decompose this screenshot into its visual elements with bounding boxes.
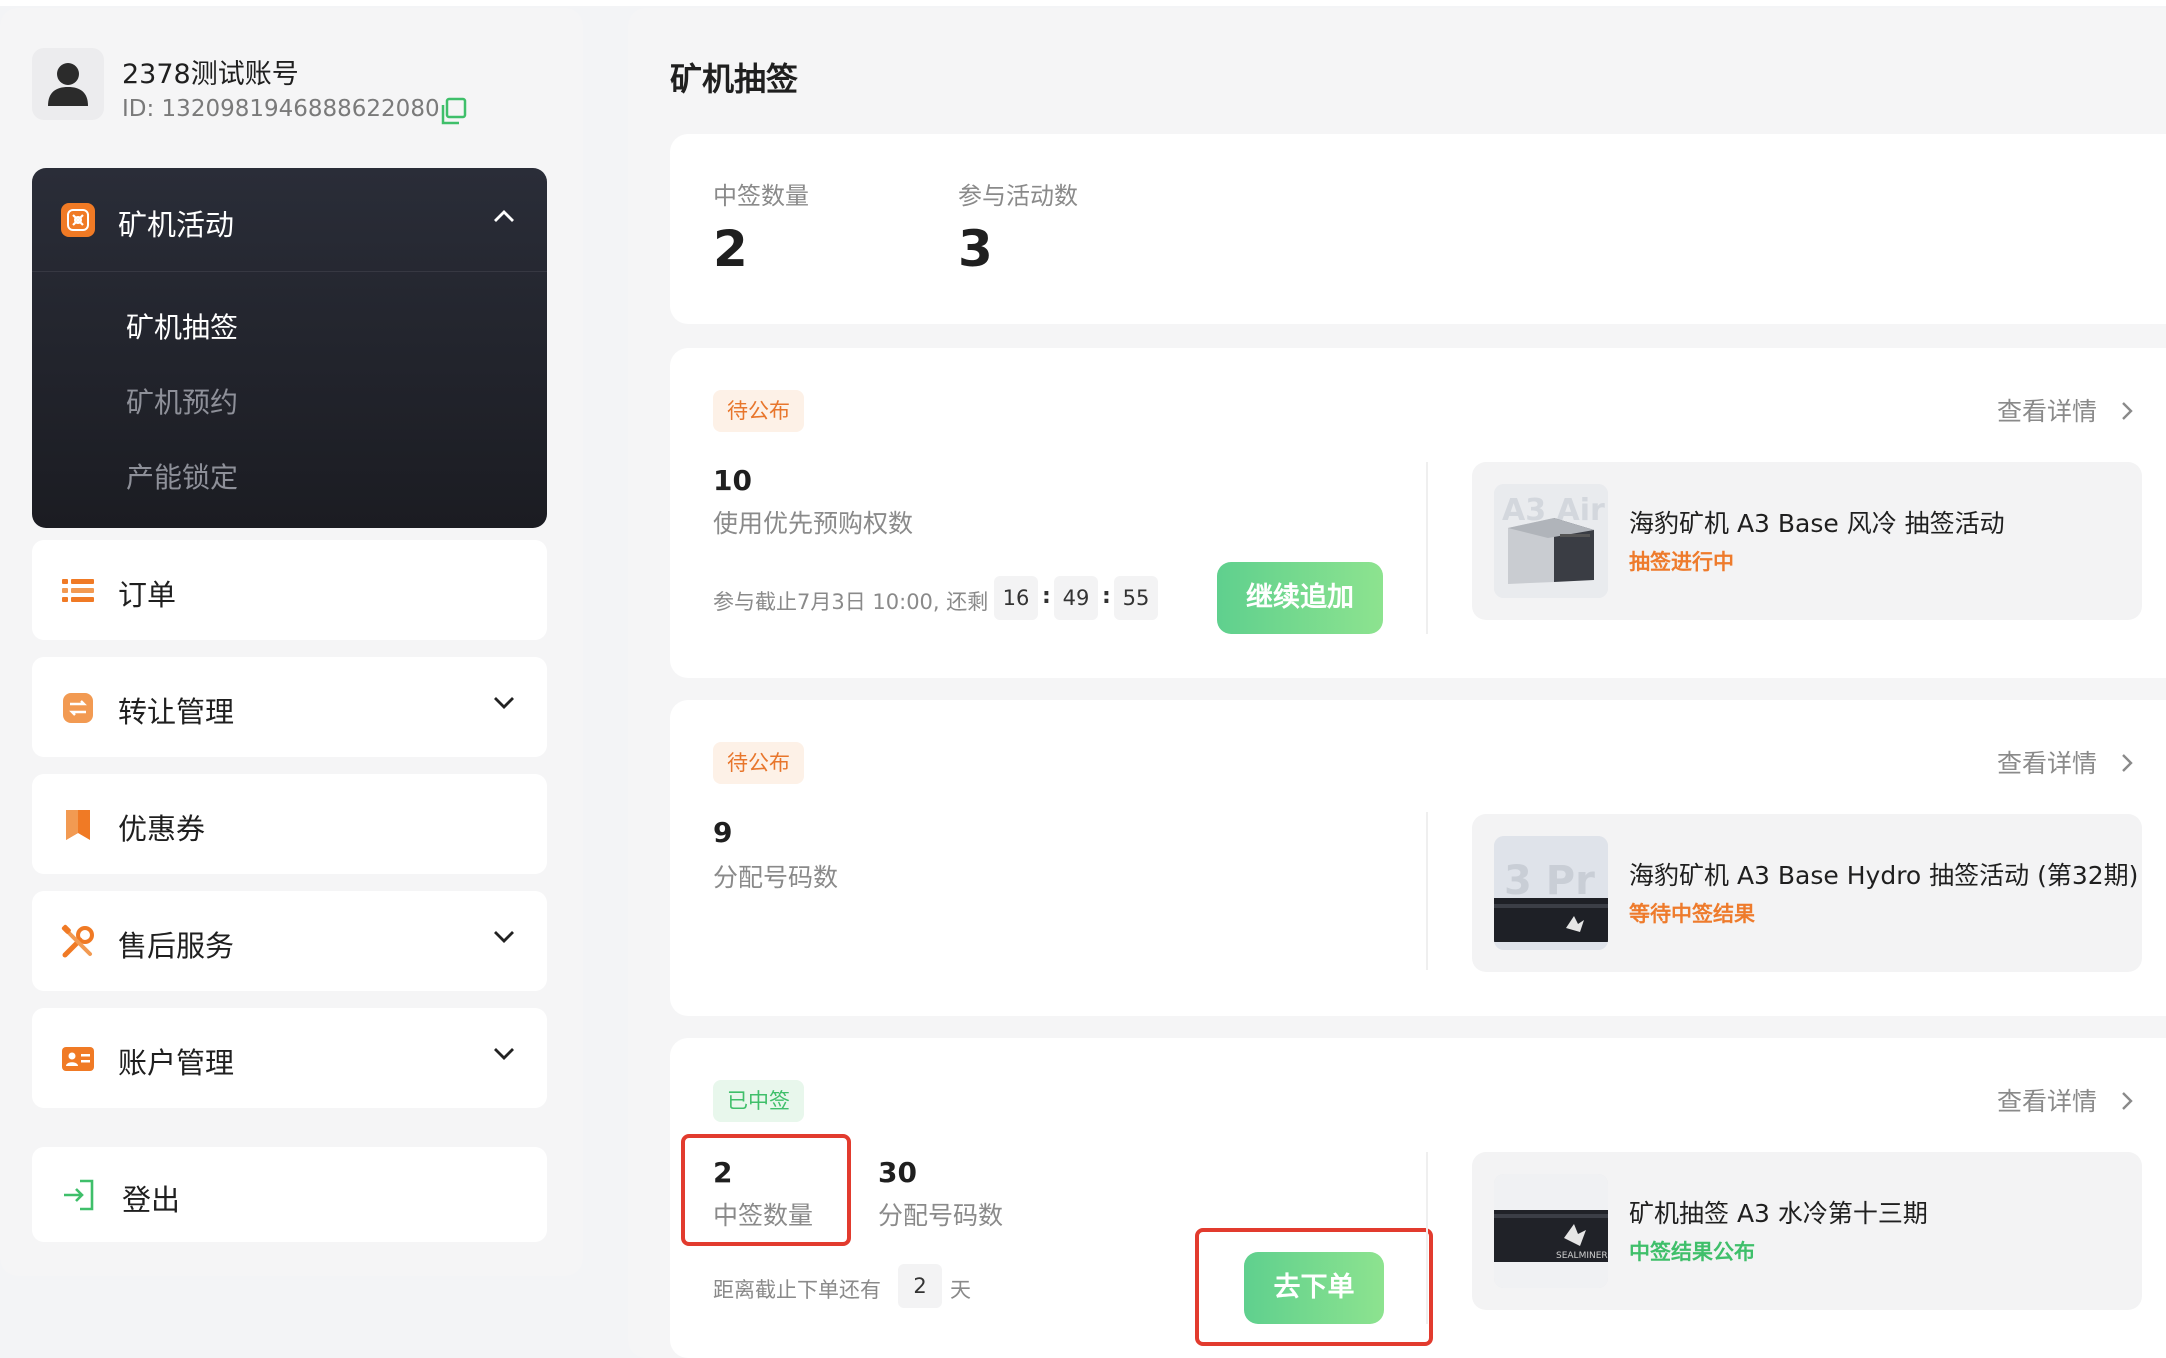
product-status: 抽签进行中 [1629,550,1734,574]
sidebar-item-account[interactable]: 账户管理 [32,1008,547,1108]
sidebar-item-label: 转让管理 [118,695,235,729]
lottery-card: 已中签 查看详情 2 中签数量 30 分配号码数 距离截止下单还有 2 天 去下… [670,1038,2166,1358]
submenu-item-capacity-lock[interactable]: 产能锁定 [126,456,238,496]
user-icon [48,63,88,106]
top-border [0,0,2166,6]
sidebar-item-label: 订单 [118,578,177,612]
product-image: A3 Air [1494,484,1608,598]
joined-count-label: 参与活动数 [958,182,1078,210]
product-card[interactable]: SEALMINER 矿机抽签 A3 水冷第十三期 中签结果公布 [1472,1152,2142,1310]
product-image-text: SEALMINER [1556,1251,1608,1261]
product-card[interactable]: A3 Air 海豹矿机 A3 Base 风冷 抽签活动 抽签进行中 [1472,462,2142,620]
countdown-separator: : [1102,584,1111,609]
order-deadline-text: 距离截止下单还有 [713,1278,881,1302]
product-image: 3 Pr [1494,836,1608,950]
miner-activity-icon [61,203,95,237]
product-status: 中签结果公布 [1629,1240,1755,1264]
tools-icon [61,924,94,958]
divider [1426,462,1428,634]
account-name: 2378测试账号 [122,59,299,90]
product-status: 等待中签结果 [1629,902,1755,926]
menu-group-header[interactable]: 矿机活动 [32,168,547,272]
won-count-label: 中签数量 [713,182,809,210]
deadline-unit: 天 [950,1278,971,1302]
product-card[interactable]: 3 Pr 海豹矿机 A3 Base Hydro 抽签活动 (第32期) 等待中签… [1472,814,2142,972]
chevron-right-icon[interactable] [2120,1090,2134,1112]
countdown-hours: 16 [994,576,1038,620]
product-title: 海豹矿机 A3 Base Hydro 抽签活动 (第32期) [1629,861,2139,890]
countdown-minutes: 49 [1054,576,1098,620]
sidebar: 2378测试账号 ID: 1320981946888622080 矿机活动 矿机… [0,8,583,1276]
sidebar-item-label: 账户管理 [118,1046,235,1080]
list-icon [62,579,94,602]
status-badge: 待公布 [713,390,804,432]
metric-label: 使用优先预购权数 [713,509,914,538]
profile: 2378测试账号 ID: 1320981946888622080 [32,48,552,128]
menu-group-label: 矿机活动 [118,208,235,242]
won-count-value: 2 [713,1156,733,1189]
chevron-up-icon[interactable] [492,208,516,224]
summary-card: 中签数量 2 参与活动数 3 [670,134,2166,324]
won-count-value: 2 [713,220,748,278]
sidebar-item-orders[interactable]: 订单 [32,540,547,640]
transfer-icon [63,693,93,723]
countdown-separator: : [1042,584,1051,609]
continue-add-button[interactable]: 继续追加 [1217,562,1383,634]
id-card-icon [62,1047,94,1071]
view-details-link[interactable]: 查看详情 [1997,392,2097,428]
logout-icon [64,1179,94,1211]
sidebar-item-after-sales[interactable]: 售后服务 [32,891,547,991]
assigned-count-label: 分配号码数 [878,1201,1004,1230]
view-details-link[interactable]: 查看详情 [1997,1082,2097,1118]
chevron-right-icon[interactable] [2120,400,2134,422]
submenu-item-reservation[interactable]: 矿机预约 [126,381,238,421]
coupon-bookmark-icon [66,810,90,840]
divider [1426,1152,1428,1324]
joined-count-value: 3 [958,220,993,278]
metric-value: 10 [713,464,752,497]
assigned-count-value: 30 [878,1156,917,1189]
avatar[interactable] [32,48,104,120]
chevron-down-icon[interactable] [492,929,516,945]
sidebar-item-label: 售后服务 [118,929,235,963]
lottery-card: 待公布 查看详情 10 使用优先预购权数 参与截止7月3日 10:00, 还剩 … [670,348,2166,678]
view-details-link[interactable]: 查看详情 [1997,744,2097,780]
deadline-days: 2 [898,1264,942,1308]
product-image: SEALMINER [1494,1174,1608,1288]
metric-value: 9 [713,816,733,849]
sidebar-item-transfer[interactable]: 转让管理 [32,657,547,757]
sidebar-item-label: 优惠券 [118,812,206,846]
menu-group-miner-activity: 矿机活动 矿机抽签 矿机预约 产能锁定 [32,168,547,528]
account-id: ID: 1320981946888622080 [122,96,440,122]
copy-icon[interactable] [438,96,468,126]
divider [1426,812,1428,970]
chevron-down-icon[interactable] [492,1046,516,1062]
status-badge: 已中签 [713,1080,804,1122]
won-count-label: 中签数量 [713,1201,814,1230]
submenu-item-lottery[interactable]: 矿机抽签 [126,306,238,346]
metric-label: 分配号码数 [713,863,839,892]
logout-label: 登出 [122,1183,181,1217]
product-image-text: 3 Pr [1504,858,1595,904]
logout-button[interactable]: 登出 [32,1147,547,1242]
chevron-right-icon[interactable] [2120,752,2134,774]
chevron-down-icon[interactable] [492,695,516,711]
page-title: 矿机抽签 [670,60,799,98]
product-title: 矿机抽签 A3 水冷第十三期 [1629,1199,1928,1228]
countdown-seconds: 55 [1114,576,1158,620]
place-order-button[interactable]: 去下单 [1244,1252,1384,1324]
sidebar-item-coupons[interactable]: 优惠券 [32,774,547,874]
deadline-text: 参与截止7月3日 10:00, 还剩 [713,590,989,614]
lottery-card: 待公布 查看详情 9 分配号码数 3 Pr 海豹矿机 A3 Base Hydro… [670,700,2166,1016]
status-badge: 待公布 [713,742,804,784]
product-title: 海豹矿机 A3 Base 风冷 抽签活动 [1629,509,2005,538]
